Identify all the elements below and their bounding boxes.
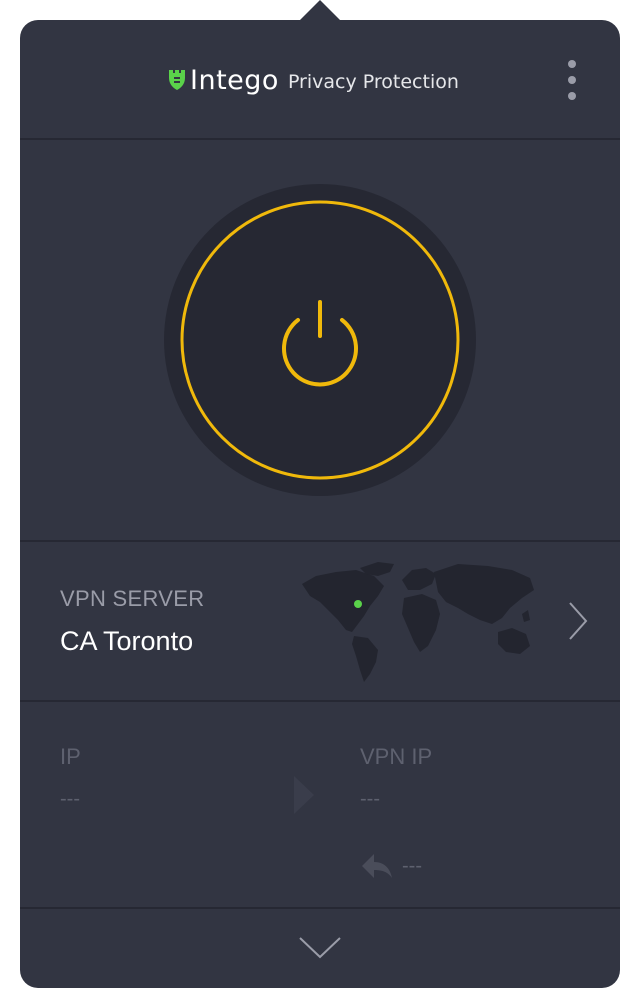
reply-arrow-icon [362,854,392,878]
more-options-button[interactable] [556,56,588,104]
expand-details-button[interactable] [20,909,620,988]
power-button[interactable] [164,184,476,496]
world-map [302,562,534,682]
chevron-down-icon [299,937,341,959]
vpn-ip-value: --- [360,788,380,810]
popover-arrow [298,0,342,22]
arrow-right-icon [294,776,314,814]
vpn-panel: Intego Privacy Protection VPN SERVER CA … [20,20,620,988]
vpn-server-label: VPN SERVER [60,586,205,611]
kebab-menu-icon [568,76,576,84]
chevron-right-icon [569,602,588,640]
power-section [20,140,620,542]
return-value: --- [402,854,422,877]
ip-info-section: IP --- VPN IP --- --- [20,702,620,909]
brand-name: Intego [190,64,279,96]
header: Intego Privacy Protection [20,20,620,140]
vpn-ip-label: VPN IP [360,744,433,769]
ip-value: --- [60,788,80,810]
kebab-menu-icon [568,60,576,68]
vpn-server-selector[interactable]: VPN SERVER CA Toronto [20,542,620,702]
return-row: --- [360,852,422,880]
intego-castle-icon [169,70,185,90]
brand-logo: Intego Privacy Protection [168,60,459,100]
vpn-server-name: CA Toronto [60,626,194,656]
product-name: Privacy Protection [287,70,459,93]
power-icon [180,200,460,480]
location-dot [354,600,362,608]
kebab-menu-icon [568,92,576,100]
ip-label: IP [60,744,81,769]
